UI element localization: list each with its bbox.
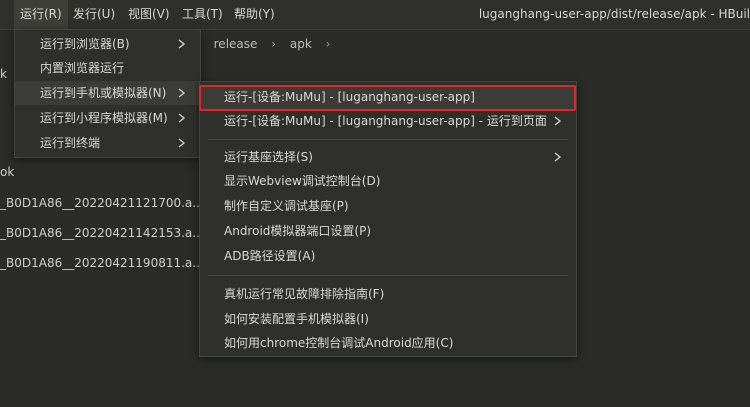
breadcrumb: › release › apk › <box>195 30 750 58</box>
list-item[interactable]: _B0D1A86__20220421121700.a... <box>0 196 204 210</box>
menu-item-label: 运行到手机或模拟器(N) <box>40 86 167 100</box>
menu-item-base-select[interactable]: 运行基座选择(S) <box>200 145 576 169</box>
menu-item-run-miniprogram[interactable]: 运行到小程序模拟器(M) <box>15 106 200 130</box>
menu-item-android-port[interactable]: Android模拟器端口设置(P) <box>200 219 576 243</box>
list-item[interactable]: _B0D1A86__20220421190811.a... <box>0 256 204 270</box>
menu-item-builtin-browser[interactable]: 内置浏览器运行 <box>15 56 200 80</box>
chevron-right-icon: › <box>271 37 277 51</box>
chevron-right-icon <box>176 81 190 105</box>
menu-item-label: Android模拟器端口设置(P) <box>224 224 371 238</box>
menu-item-troubleshoot[interactable]: 真机运行常见故障排除指南(F) <box>200 282 576 306</box>
chevron-right-icon <box>176 131 190 155</box>
menu-item-install-emulator[interactable]: 如何安装配置手机模拟器(I) <box>200 307 576 331</box>
menu-item-run-mumu-page[interactable]: 运行-[设备:MuMu] - [luganghang-user-app] - 运… <box>200 109 576 133</box>
menu-item-label: 真机运行常见故障排除指南(F) <box>224 287 385 301</box>
chevron-right-icon <box>552 109 566 133</box>
list-item[interactable]: ok <box>0 165 14 179</box>
run-menu: 运行到浏览器(B) 内置浏览器运行 运行到手机或模拟器(N) 运行到小程序模拟器… <box>14 29 201 158</box>
menu-item-run-terminal[interactable]: 运行到终端 <box>15 131 200 155</box>
menu-publish[interactable]: 发行(U) <box>73 0 115 29</box>
menu-item-custom-base[interactable]: 制作自定义调试基座(P) <box>200 194 576 218</box>
device-submenu: 运行-[设备:MuMu] - [luganghang-user-app] 运行-… <box>199 81 577 357</box>
menu-item-label: 如何用chrome控制台调试Android应用(C) <box>224 336 454 350</box>
menu-item-label: 运行到小程序模拟器(M) <box>40 111 168 125</box>
menu-item-adb-path[interactable]: ADB路径设置(A) <box>200 244 576 268</box>
menu-item-chrome-debug[interactable]: 如何用chrome控制台调试Android应用(C) <box>200 331 576 355</box>
menu-item-webview-console[interactable]: 显示Webview调试控制台(D) <box>200 169 576 193</box>
chevron-right-icon <box>176 32 190 56</box>
chevron-right-icon <box>176 106 190 130</box>
menu-tools[interactable]: 工具(T) <box>182 0 223 29</box>
menu-item-label: 运行到浏览器(B) <box>40 37 130 51</box>
breadcrumb-item-apk[interactable]: apk <box>290 37 312 51</box>
list-item[interactable]: _B0D1A86__20220421142153.a... <box>0 226 204 240</box>
menu-item-label: ADB路径设置(A) <box>224 249 316 263</box>
breadcrumb-item-release[interactable]: release <box>214 37 258 51</box>
chevron-right-icon: › <box>325 37 331 51</box>
menu-item-label: 显示Webview调试控制台(D) <box>224 174 381 188</box>
menu-item-label: 内置浏览器运行 <box>40 61 125 75</box>
menu-divider <box>208 275 568 276</box>
list-item[interactable]: k <box>0 67 7 81</box>
chevron-right-icon <box>552 145 566 169</box>
highlight-box <box>199 85 576 111</box>
menu-item-label: 如何安装配置手机模拟器(I) <box>224 312 369 326</box>
menu-bar: 运行(R) 发行(U) 视图(V) 工具(T) 帮助(Y) luganghang… <box>0 0 750 30</box>
menu-item-label: 制作自定义调试基座(P) <box>224 199 349 213</box>
menu-item-run-browser[interactable]: 运行到浏览器(B) <box>15 32 200 56</box>
menu-view[interactable]: 视图(V) <box>128 0 170 29</box>
menu-item-label: 运行-[设备:MuMu] - [luganghang-user-app] - 运… <box>224 114 547 128</box>
menu-run[interactable]: 运行(R) <box>14 0 68 29</box>
menu-item-run-device[interactable]: 运行到手机或模拟器(N) <box>15 81 200 105</box>
menu-help[interactable]: 帮助(Y) <box>234 0 275 29</box>
menu-item-label: 运行到终端 <box>40 136 101 150</box>
menu-item-label: 运行基座选择(S) <box>224 150 313 164</box>
menu-divider <box>208 139 568 140</box>
window-title: luganghang-user-app/dist/release/apk - H… <box>478 7 750 21</box>
